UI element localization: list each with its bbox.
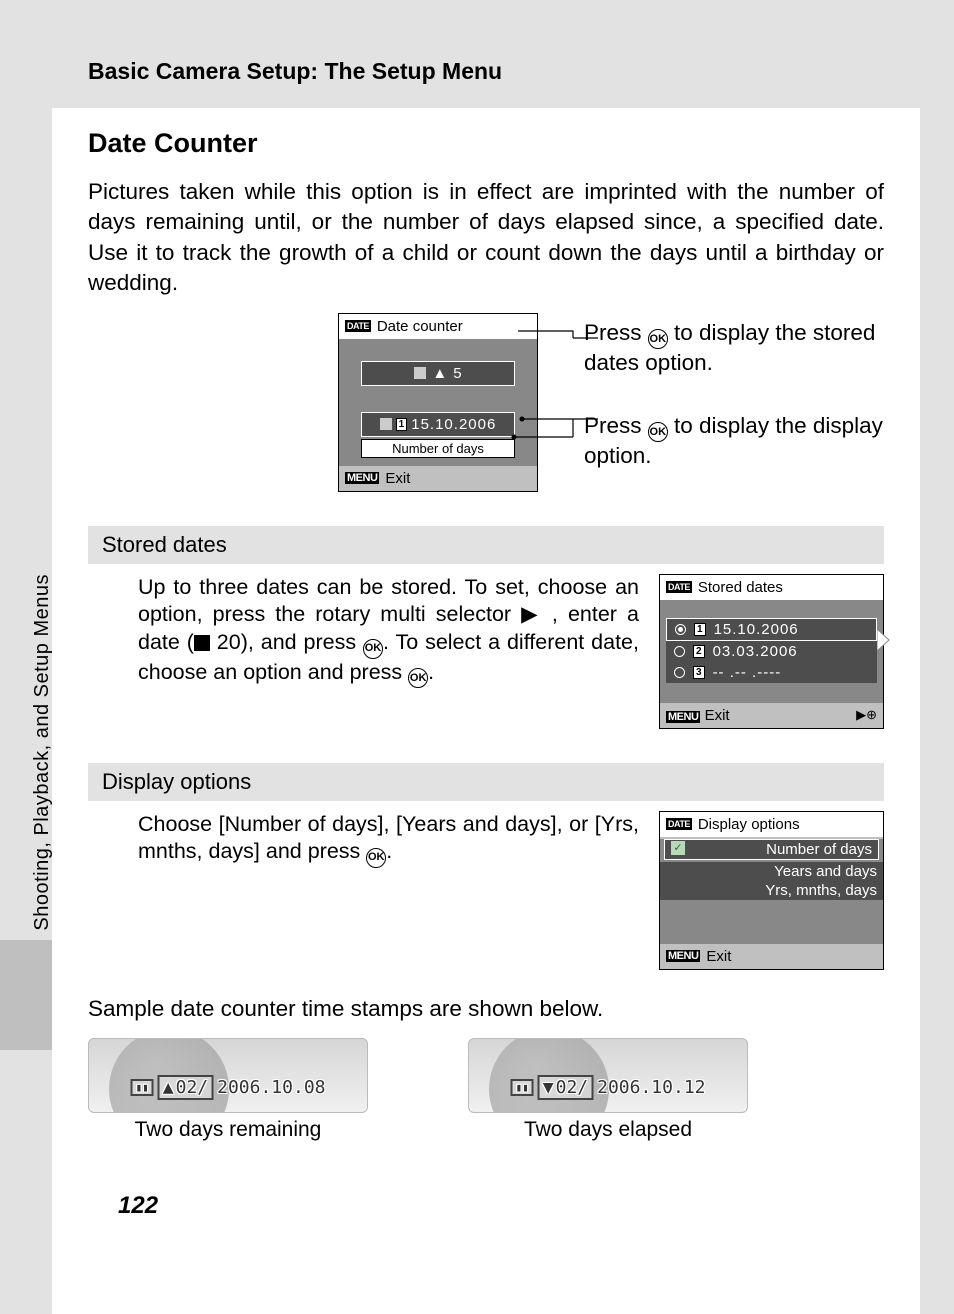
ok-icon: OK bbox=[648, 422, 668, 442]
radio-selected-icon bbox=[675, 624, 686, 635]
down-triangle-icon: ▼ bbox=[543, 1077, 554, 1098]
page-ref-icon bbox=[194, 635, 210, 651]
sample-elapsed: ▮▮ ▼02/ 2006.10.12 Two days elapsed bbox=[468, 1038, 748, 1142]
lcd1-count: 5 bbox=[453, 365, 461, 382]
sample-caption: Two days remaining bbox=[88, 1118, 368, 1142]
intro-paragraph: Pictures taken while this option is in e… bbox=[88, 177, 884, 299]
selection-arrow-icon bbox=[877, 629, 891, 651]
stored-date-row: 1 15.10.2006 bbox=[666, 618, 877, 641]
running-header: Basic Camera Setup: The Setup Menu bbox=[52, 0, 920, 108]
radio-icon bbox=[674, 646, 685, 657]
calendar-icon bbox=[380, 418, 392, 430]
lcd3-exit: Exit bbox=[706, 948, 731, 965]
page: Basic Camera Setup: The Setup Menu Date … bbox=[52, 0, 920, 1314]
sample-image: ▮▮ ▼02/ 2006.10.12 bbox=[468, 1038, 748, 1113]
connector-lines bbox=[518, 331, 598, 453]
heading-display-options: Display options bbox=[88, 763, 884, 801]
sample-intro: Sample date counter time stamps are show… bbox=[88, 994, 884, 1024]
sample-remaining: ▮▮ ▲02/ 2006.10.08 Two days remaining bbox=[88, 1038, 368, 1142]
lcd2-title: Stored dates bbox=[698, 579, 783, 596]
check-icon: ✓ bbox=[671, 841, 685, 855]
lcd1-count-row: ▲ 5 bbox=[361, 361, 515, 386]
side-label: Shooting, Playback, and Setup Menus bbox=[31, 574, 54, 931]
lcd-stored-dates: DATE Stored dates 1 15.10.2006 2 bbox=[659, 574, 884, 729]
sample-caption: Two days elapsed bbox=[468, 1118, 748, 1142]
sample-image: ▮▮ ▲02/ 2006.10.08 bbox=[88, 1038, 368, 1113]
slot-3-icon: 3 bbox=[693, 666, 705, 679]
calendar-icon bbox=[414, 367, 426, 379]
menu-badge-icon: MENU bbox=[345, 472, 379, 484]
display-options-text: Choose [Number of days], [Years and days… bbox=[138, 811, 639, 868]
lcd1-date: 15.10.2006 bbox=[411, 416, 496, 433]
menu-badge-icon: MENU bbox=[666, 711, 700, 723]
ok-icon: OK bbox=[648, 329, 668, 349]
ok-icon: OK bbox=[408, 668, 428, 688]
lcd2-exit: Exit bbox=[705, 707, 730, 724]
stamp-icon: ▮▮ bbox=[136, 1081, 149, 1094]
right-set-icon: ▶⊕ bbox=[856, 707, 877, 723]
stored-dates-text: Up to three dates can be stored. To set,… bbox=[138, 574, 639, 688]
display-option-row: Yrs, mnths, days bbox=[660, 881, 883, 900]
radio-icon bbox=[674, 667, 685, 678]
timestamp-overlay: ▮▮ ▼02/ 2006.10.12 bbox=[511, 1075, 706, 1100]
display-option-row: ✓ Number of days bbox=[664, 839, 879, 860]
lcd1-title: Date counter bbox=[377, 318, 463, 335]
section-title: Date Counter bbox=[88, 128, 884, 159]
date-badge-icon: DATE bbox=[666, 581, 692, 593]
date-badge-icon: DATE bbox=[345, 320, 371, 332]
timestamp-overlay: ▮▮ ▲02/ 2006.10.08 bbox=[131, 1075, 326, 1100]
heading-stored-dates: Stored dates bbox=[88, 526, 884, 564]
stamp-icon: ▮▮ bbox=[516, 1081, 529, 1094]
menu-badge-icon: MENU bbox=[666, 950, 700, 962]
display-option-row: Years and days bbox=[660, 862, 883, 881]
ok-icon: OK bbox=[363, 639, 383, 659]
up-triangle-icon: ▲ bbox=[432, 365, 447, 382]
slot-1-icon: 1 bbox=[396, 418, 408, 431]
callout-stored-dates: Press OK to display the stored dates opt… bbox=[584, 319, 884, 378]
stored-date-row: 3 -- .-- .---- bbox=[666, 662, 877, 683]
page-number: 122 bbox=[118, 1192, 158, 1220]
lcd-display-options: DATE Display options ✓ Number of days Ye… bbox=[659, 811, 884, 970]
lcd1-sub: Number of days bbox=[361, 439, 515, 458]
lcd3-title: Display options bbox=[698, 816, 800, 833]
lcd1-exit: Exit bbox=[385, 470, 410, 487]
callout-display-option: Press OK to display the display option. bbox=[584, 412, 884, 471]
stored-date-row: 2 03.03.2006 bbox=[666, 641, 877, 662]
slot-1-icon: 1 bbox=[694, 623, 706, 636]
section-tab bbox=[0, 940, 52, 1050]
up-triangle-icon: ▲ bbox=[163, 1077, 174, 1098]
lcd-date-counter: DATE Date counter ▲ 5 1 15.10.2006 bbox=[338, 313, 538, 492]
lcd1-date-row: 1 15.10.2006 bbox=[361, 412, 515, 437]
ok-icon: OK bbox=[366, 848, 386, 868]
date-badge-icon: DATE bbox=[666, 818, 692, 830]
slot-2-icon: 2 bbox=[693, 645, 705, 658]
